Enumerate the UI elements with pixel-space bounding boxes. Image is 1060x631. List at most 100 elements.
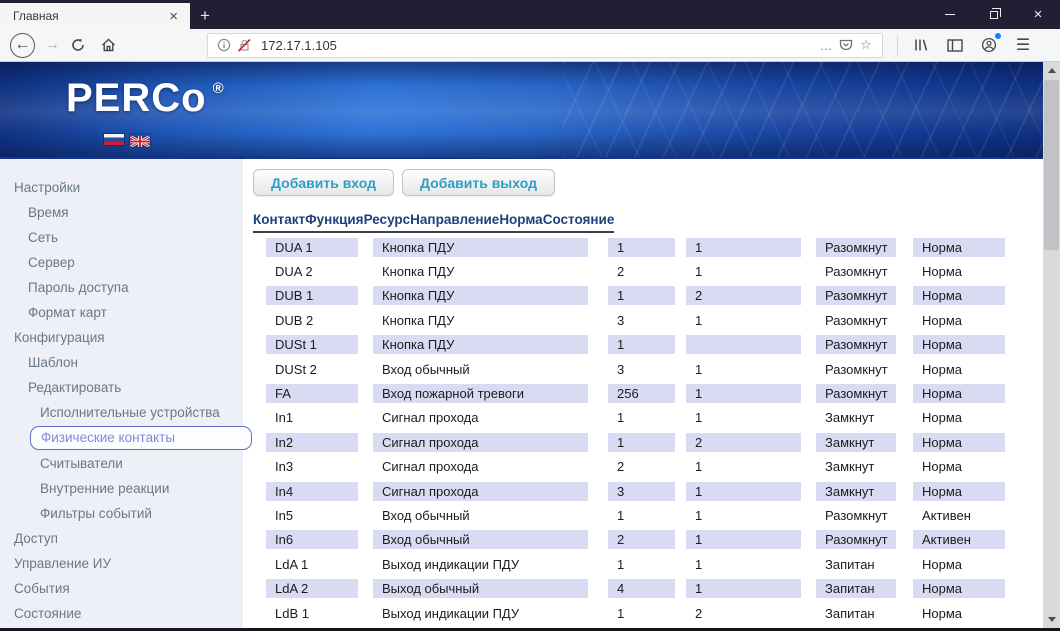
reload-button[interactable] bbox=[65, 32, 91, 58]
sidebar-item[interactable]: Сервер bbox=[0, 250, 243, 275]
cell-contact[interactable]: DUA 1 bbox=[266, 238, 358, 257]
cell-norm[interactable]: Запитан bbox=[816, 604, 896, 623]
cell-function[interactable]: Кнопка ПДУ bbox=[373, 262, 588, 281]
sidebar-item[interactable]: Пароль доступа bbox=[0, 275, 243, 300]
cell-resource[interactable]: 2 bbox=[608, 262, 675, 281]
cell-function[interactable]: Вход обычный bbox=[373, 506, 588, 525]
cell-state[interactable]: Активен bbox=[913, 530, 1005, 549]
table-row[interactable]: LdA 2 Выход обычный 4 1 Запитан Норма bbox=[253, 576, 1043, 600]
cell-norm[interactable]: Разомкнут bbox=[816, 286, 896, 305]
cell-function[interactable]: Кнопка ПДУ bbox=[373, 286, 588, 305]
cell-norm[interactable]: Разомкнут bbox=[816, 311, 896, 330]
cell-function[interactable]: Кнопка ПДУ bbox=[373, 335, 588, 354]
cell-state[interactable]: Норма bbox=[913, 457, 1005, 476]
cell-state[interactable]: Норма bbox=[913, 286, 1005, 305]
cell-state[interactable]: Норма bbox=[913, 555, 1005, 574]
cell-direction[interactable]: 1 bbox=[686, 555, 801, 574]
table-row[interactable]: DUSt 2 Вход обычный 3 1 Разомкнут Норма bbox=[253, 357, 1043, 381]
cell-resource[interactable]: 256 bbox=[608, 384, 675, 403]
cell-resource[interactable]: 1 bbox=[608, 335, 675, 354]
insecure-lock-icon[interactable] bbox=[234, 35, 254, 55]
cell-function[interactable]: Выход обычный bbox=[373, 579, 588, 598]
cell-function[interactable]: Кнопка ПДУ bbox=[373, 238, 588, 257]
cell-direction[interactable]: 2 bbox=[686, 286, 801, 305]
cell-resource[interactable]: 3 bbox=[608, 311, 675, 330]
back-button[interactable]: ← bbox=[10, 33, 35, 58]
scrollbar-up-arrow[interactable] bbox=[1043, 62, 1060, 79]
cell-resource[interactable]: 1 bbox=[608, 238, 675, 257]
cell-resource[interactable]: 1 bbox=[608, 506, 675, 525]
russian-flag-icon[interactable] bbox=[104, 134, 124, 145]
cell-norm[interactable]: Разомкнут bbox=[816, 506, 896, 525]
cell-contact[interactable]: In4 bbox=[266, 482, 358, 501]
cell-direction[interactable] bbox=[686, 335, 801, 354]
cell-resource[interactable]: 1 bbox=[608, 286, 675, 305]
home-button[interactable] bbox=[95, 32, 121, 58]
forward-button[interactable]: → bbox=[39, 32, 65, 58]
bookmark-star-icon[interactable]: ☆ bbox=[856, 35, 876, 55]
account-icon[interactable] bbox=[976, 32, 1002, 58]
cell-state[interactable]: Норма bbox=[913, 311, 1005, 330]
new-tab-button[interactable]: + bbox=[190, 3, 220, 29]
cell-state[interactable]: Норма bbox=[913, 433, 1005, 452]
sidebar-item[interactable]: Редактировать bbox=[0, 375, 243, 400]
table-row[interactable]: In6 Вход обычный 2 1 Разомкнут Активен bbox=[253, 528, 1043, 552]
cell-norm[interactable]: Разомкнут bbox=[816, 335, 896, 354]
cell-function[interactable]: Сигнал прохода bbox=[373, 482, 588, 501]
cell-direction[interactable]: 1 bbox=[686, 408, 801, 427]
cell-function[interactable]: Кнопка ПДУ bbox=[373, 311, 588, 330]
cell-resource[interactable]: 1 bbox=[608, 433, 675, 452]
table-row[interactable]: DUA 1 Кнопка ПДУ 1 1 Разомкнут Норма bbox=[253, 235, 1043, 259]
table-row[interactable]: FA Вход пожарной тревоги 256 1 Разомкнут… bbox=[253, 381, 1043, 405]
cell-function[interactable]: Сигнал прохода bbox=[373, 433, 588, 452]
cell-norm[interactable]: Замкнут bbox=[816, 433, 896, 452]
cell-direction[interactable]: 1 bbox=[686, 238, 801, 257]
table-row[interactable]: DUA 2 Кнопка ПДУ 2 1 Разомкнут Норма bbox=[253, 259, 1043, 283]
cell-state[interactable]: Активен bbox=[913, 506, 1005, 525]
cell-function[interactable]: Вход пожарной тревоги bbox=[373, 384, 588, 403]
cell-direction[interactable]: 2 bbox=[686, 604, 801, 623]
sidebar-item[interactable]: Исполнительные устройства bbox=[0, 400, 243, 425]
cell-function[interactable]: Выход индикации ПДУ bbox=[373, 555, 588, 574]
cell-state[interactable]: Норма bbox=[913, 384, 1005, 403]
sidebars-toggle-icon[interactable] bbox=[942, 32, 968, 58]
cell-contact[interactable]: In1 bbox=[266, 408, 358, 427]
browser-tab-active[interactable]: Главная × bbox=[0, 3, 190, 29]
site-info-icon[interactable] bbox=[214, 35, 234, 55]
cell-norm[interactable]: Замкнут bbox=[816, 482, 896, 501]
cell-state[interactable]: Норма bbox=[913, 238, 1005, 257]
table-row[interactable]: LdA 1 Выход индикации ПДУ 1 1 Запитан Но… bbox=[253, 552, 1043, 576]
cell-norm[interactable]: Замкнут bbox=[816, 457, 896, 476]
cell-contact[interactable]: In2 bbox=[266, 433, 358, 452]
sidebar-item[interactable]: Доступ bbox=[0, 526, 243, 551]
cell-function[interactable]: Выход индикации ПДУ bbox=[373, 604, 588, 623]
cell-resource[interactable]: 3 bbox=[608, 482, 675, 501]
cell-contact[interactable]: DUSt 2 bbox=[266, 360, 358, 379]
cell-contact[interactable]: In5 bbox=[266, 506, 358, 525]
cell-norm[interactable]: Запитан bbox=[816, 579, 896, 598]
cell-state[interactable]: Норма bbox=[913, 579, 1005, 598]
cell-contact[interactable]: FA bbox=[266, 384, 358, 403]
sidebar-item[interactable]: Настройки bbox=[0, 175, 243, 200]
cell-direction[interactable]: 1 bbox=[686, 360, 801, 379]
sidebar-item[interactable]: Считыватели bbox=[0, 451, 243, 476]
sidebar-item[interactable]: Конфигурация bbox=[0, 325, 243, 350]
sidebar-item[interactable]: Время bbox=[0, 200, 243, 225]
cell-contact[interactable]: In3 bbox=[266, 457, 358, 476]
cell-direction[interactable]: 1 bbox=[686, 482, 801, 501]
cell-direction[interactable]: 1 bbox=[686, 384, 801, 403]
table-row[interactable]: In2 Сигнал прохода 1 2 Замкнут Норма bbox=[253, 430, 1043, 454]
scrollbar-thumb[interactable] bbox=[1044, 80, 1059, 250]
sidebar-item[interactable]: Фильтры событий bbox=[0, 501, 243, 526]
cell-contact[interactable]: LdA 2 bbox=[266, 579, 358, 598]
cell-function[interactable]: Сигнал прохода bbox=[373, 457, 588, 476]
page-scrollbar[interactable] bbox=[1043, 62, 1060, 628]
sidebar-item[interactable]: Управление ИУ bbox=[0, 551, 243, 576]
cell-direction[interactable]: 1 bbox=[686, 579, 801, 598]
cell-resource[interactable]: 1 bbox=[608, 555, 675, 574]
cell-contact[interactable]: In6 bbox=[266, 530, 358, 549]
sidebar-item[interactable]: Внутренние реакции bbox=[0, 476, 243, 501]
cell-state[interactable]: Норма bbox=[913, 604, 1005, 623]
cell-function[interactable]: Сигнал прохода bbox=[373, 408, 588, 427]
cell-norm[interactable]: Разомкнут bbox=[816, 530, 896, 549]
